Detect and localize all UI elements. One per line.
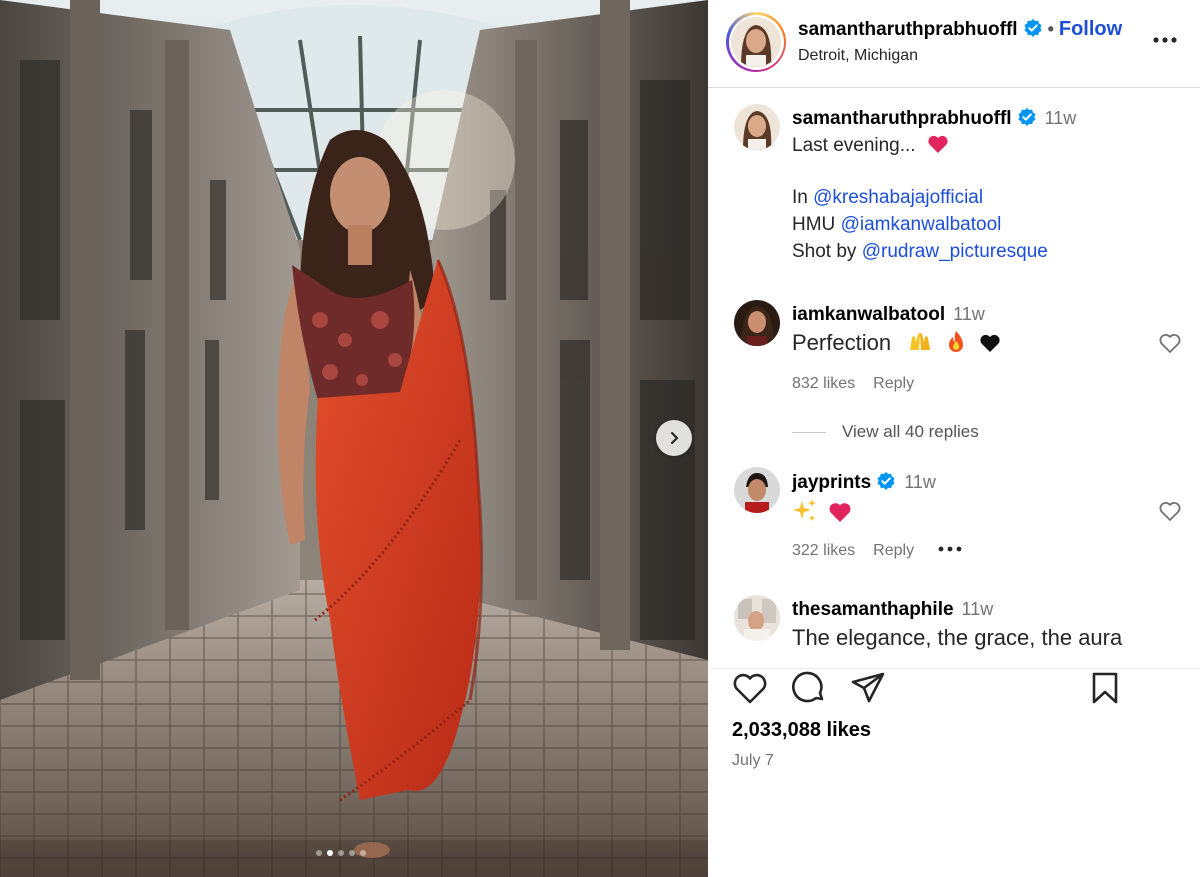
- post-details-panel: samantharuthprabhuoffl • Follow Detroit, …: [708, 0, 1200, 877]
- view-replies-button[interactable]: View all 40 replies: [792, 422, 979, 442]
- post-likes-count[interactable]: 2,033,088 likes: [732, 719, 871, 742]
- comment-meta: 832 likes Reply: [792, 375, 932, 393]
- view-replies-label: View all 40 replies: [842, 422, 979, 441]
- heart-outline-icon[interactable]: [732, 671, 768, 705]
- comment-avatar[interactable]: [734, 595, 780, 641]
- comment-time[interactable]: 11w: [962, 599, 994, 619]
- comment-avatar[interactable]: [734, 467, 780, 513]
- heart-emoji-icon: [829, 503, 851, 522]
- like-comment-icon[interactable]: [1158, 500, 1182, 522]
- sparkles-emoji-icon: [793, 499, 816, 521]
- caption-prefix: Shot by: [792, 241, 862, 262]
- separator-dot: •: [1047, 19, 1054, 39]
- comments-scroll-area[interactable]: samantharuthprabhuoffl 11w Last evening.…: [708, 88, 1200, 668]
- avatar: [731, 17, 781, 67]
- comment-text: The elegance, the grace, the aura: [792, 625, 1123, 650]
- mention-link[interactable]: @kreshabajajofficial: [813, 187, 983, 208]
- post-date[interactable]: July 7: [732, 752, 774, 770]
- carousel-dot-active: [327, 850, 333, 856]
- comment-text: Perfection: [792, 330, 892, 355]
- comment-meta: 322 likes Reply: [792, 542, 963, 560]
- comment-username[interactable]: jayprints: [792, 472, 871, 493]
- follow-button[interactable]: Follow: [1059, 18, 1122, 40]
- caption-username-row: samantharuthprabhuoffl 11w: [792, 107, 1076, 130]
- comment-username[interactable]: iamkanwalbatool: [792, 304, 945, 325]
- carousel-indicator: [316, 850, 366, 856]
- carousel-dot: [316, 850, 322, 856]
- like-comment-icon[interactable]: [1158, 332, 1182, 354]
- caption-username[interactable]: samantharuthprabhuoffl: [792, 108, 1012, 129]
- heart-emoji-icon: [928, 135, 948, 153]
- caption-avatar[interactable]: [734, 104, 780, 150]
- bookmark-icon[interactable]: [1090, 671, 1120, 705]
- post-location[interactable]: Detroit, Michigan: [798, 47, 918, 65]
- comment-username-row: jayprints 11w: [792, 471, 936, 494]
- post-author-username[interactable]: samantharuthprabhuoffl: [798, 19, 1018, 40]
- comment-avatar[interactable]: [734, 300, 780, 346]
- caption-prefix: In: [792, 187, 814, 208]
- comment-likes[interactable]: 832 likes: [792, 375, 855, 392]
- carousel-dot: [338, 850, 344, 856]
- caption-time[interactable]: 11w: [1045, 108, 1077, 128]
- post-image: [0, 0, 708, 877]
- mention-link[interactable]: @iamkanwalbatool: [841, 214, 1002, 235]
- caption-line-4: Shot by @rudraw_picturesque: [792, 241, 1048, 263]
- comment-time[interactable]: 11w: [953, 304, 985, 324]
- next-image-button[interactable]: [656, 420, 692, 456]
- caption-prefix: HMU: [792, 214, 841, 235]
- comment-options-icon[interactable]: [937, 545, 963, 553]
- reply-button[interactable]: Reply: [873, 375, 914, 392]
- comment-time[interactable]: 11w: [904, 472, 936, 492]
- carousel-dot: [349, 850, 355, 856]
- comment-username-row: iamkanwalbatool 11w: [792, 304, 985, 326]
- caption-line-1: Last evening...: [792, 134, 949, 157]
- verified-badge-icon: [1018, 108, 1036, 126]
- reply-button[interactable]: Reply: [873, 542, 914, 559]
- verified-badge-icon: [1024, 19, 1042, 37]
- post-author-row: samantharuthprabhuoffl • Follow: [798, 18, 1122, 41]
- fire-emoji-icon: [949, 331, 964, 352]
- post-actions: 2,033,088 likes July 7: [708, 668, 1200, 877]
- mention-link[interactable]: @rudraw_picturesque: [862, 241, 1048, 262]
- more-options-icon[interactable]: [1152, 36, 1178, 44]
- caption-line-3: HMU @iamkanwalbatool: [792, 214, 1001, 236]
- comment-username[interactable]: thesamanthaphile: [792, 599, 954, 620]
- story-ring[interactable]: [726, 12, 786, 72]
- comment-icon[interactable]: [792, 671, 828, 705]
- comment-username-row: thesamanthaphile 11w: [792, 599, 993, 621]
- replies-divider: [792, 431, 826, 433]
- share-icon[interactable]: [850, 671, 886, 705]
- comment-text-row: [792, 498, 852, 526]
- raised-hands-emoji-icon: [910, 333, 931, 350]
- caption-text: Last evening...: [792, 135, 916, 156]
- verified-badge-icon: [877, 472, 895, 490]
- black-heart-emoji-icon: [980, 334, 1001, 352]
- carousel-dot: [360, 850, 366, 856]
- chevron-right-icon: [670, 431, 679, 445]
- caption-line-2: In @kreshabajajofficial: [792, 187, 983, 209]
- post-header: samantharuthprabhuoffl • Follow Detroit, …: [708, 0, 1200, 88]
- comment-text-row: Perfection: [792, 330, 1001, 356]
- comment-likes[interactable]: 322 likes: [792, 542, 855, 559]
- post-photo[interactable]: [0, 0, 708, 877]
